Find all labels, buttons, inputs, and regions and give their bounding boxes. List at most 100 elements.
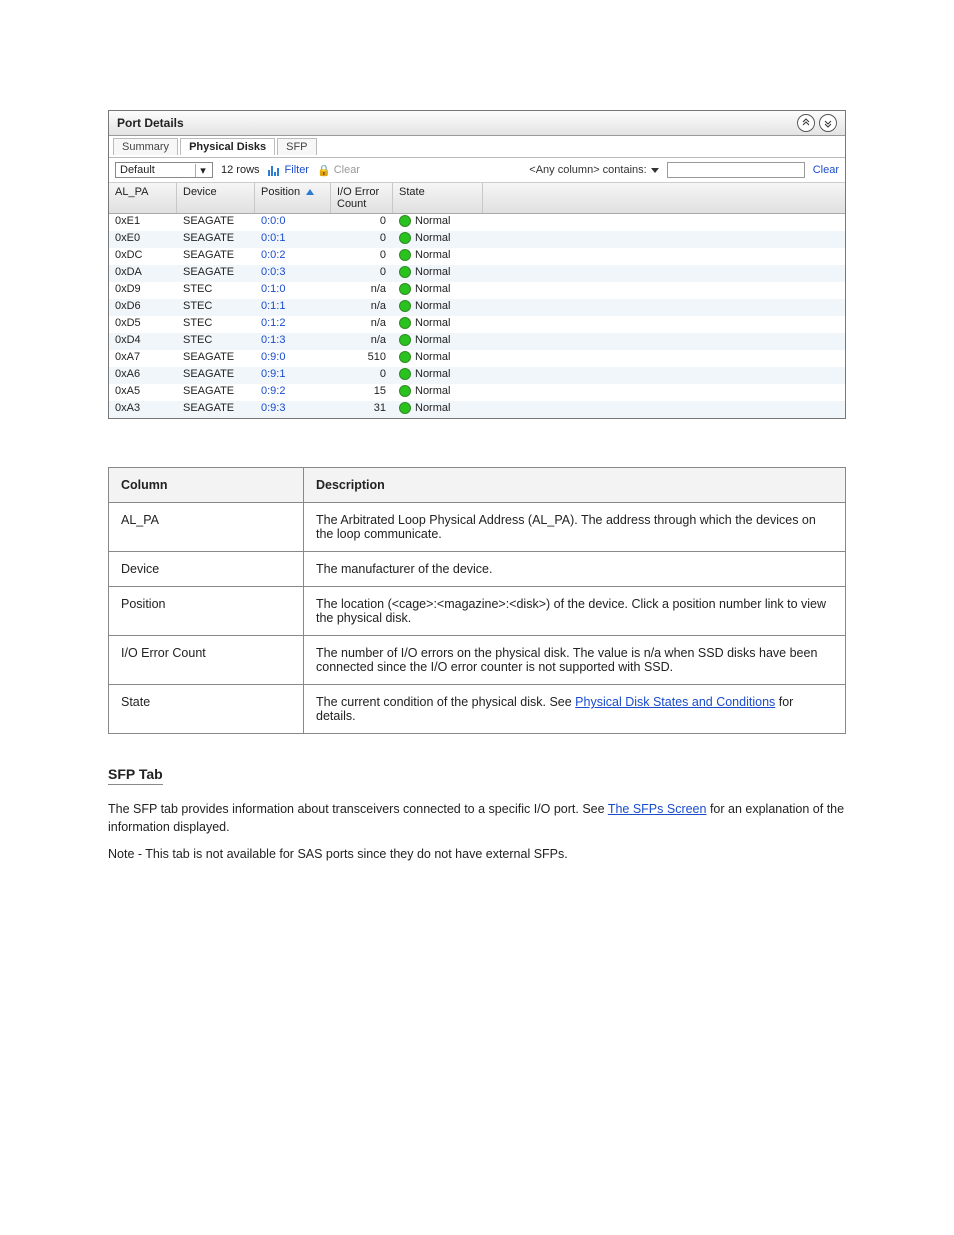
table-row[interactable]: 0xD9STEC0:1:0n/a Normal (109, 282, 845, 299)
cell-position[interactable]: 0:1:2 (255, 316, 331, 333)
status-normal-icon (399, 300, 411, 312)
cell-alpa: 0xD9 (109, 282, 177, 299)
desc-key: Position (109, 587, 304, 636)
col-header-ioerror[interactable]: I/O Error Count (331, 183, 393, 213)
cell-alpa: 0xD6 (109, 299, 177, 316)
grid-toolbar: Default ▾ 12 rows Filter 🔒 Clear <Any co… (109, 158, 845, 183)
status-normal-icon (399, 215, 411, 227)
tab-physical-disks[interactable]: Physical Disks (180, 138, 275, 155)
clear-button[interactable]: 🔒 Clear (317, 164, 360, 177)
table-row[interactable]: 0xE1SEAGATE0:0:00 Normal (109, 214, 845, 231)
grid-body: 0xE1SEAGATE0:0:00Normal0xE0SEAGATE0:0:10… (109, 214, 845, 418)
cell-position[interactable]: 0:9:2 (255, 384, 331, 401)
table-row[interactable]: 0xDCSEAGATE0:0:20Normal (109, 248, 845, 265)
cell-state: Normal (393, 384, 483, 401)
cell-state: Normal (393, 248, 483, 265)
cell-position[interactable]: 0:0:0 (255, 214, 331, 231)
cell-ioerror: n/a (331, 299, 393, 316)
table-row[interactable]: 0xD6STEC0:1:1n/aNormal (109, 299, 845, 316)
status-normal-icon (399, 334, 411, 346)
col-header-state[interactable]: State (393, 183, 483, 213)
cell-position[interactable]: 0:0:3 (255, 265, 331, 282)
table-row[interactable]: 0xE0SEAGATE0:0:10Normal (109, 231, 845, 248)
cell-alpa: 0xDA (109, 265, 177, 282)
lock-icon: 🔒 (317, 164, 331, 177)
sfp-p1-prefix: The SFP tab provides information about t… (108, 802, 608, 816)
cell-device: STEC (177, 333, 255, 350)
table-row[interactable]: 0xD4STEC0:1:3n/aNormal (109, 333, 845, 350)
col-header-device[interactable]: Device (177, 183, 255, 213)
column-filter-label: <Any column> contains: (529, 164, 646, 176)
desc-value: The Arbitrated Loop Physical Address (AL… (304, 503, 846, 552)
table-row[interactable]: 0xA5SEAGATE0:9:215Normal (109, 384, 845, 401)
cell-device: SEAGATE (177, 367, 255, 384)
state-label: Normal (415, 385, 450, 397)
state-label: Normal (415, 215, 450, 227)
desc-header-column: Column (109, 468, 304, 503)
desc-header-description: Description (304, 468, 846, 503)
state-label: Normal (415, 317, 450, 329)
search-input[interactable] (667, 162, 805, 178)
cell-position[interactable]: 0:9:3 (255, 401, 331, 418)
cell-ioerror: 0 (331, 248, 393, 265)
desc-value: The manufacturer of the device. (304, 552, 846, 587)
filter-icon (268, 164, 282, 176)
cell-alpa: 0xD5 (109, 316, 177, 333)
table-row[interactable]: 0xD5STEC0:1:2n/aNormal (109, 316, 845, 333)
clear-label: Clear (334, 164, 360, 176)
col-header-position[interactable]: Position (255, 183, 331, 213)
desc-key: State (109, 685, 304, 734)
cell-device: SEAGATE (177, 265, 255, 282)
status-normal-icon (399, 283, 411, 295)
cell-ioerror: n/a (331, 316, 393, 333)
column-description-table: Column Description AL_PAThe Arbitrated L… (108, 467, 846, 734)
cell-position[interactable]: 0:1:3 (255, 333, 331, 350)
cell-position[interactable]: 0:9:1 (255, 367, 331, 384)
collapse-down-icon[interactable] (819, 114, 837, 132)
table-row[interactable]: 0xDASEAGATE0:0:30Normal (109, 265, 845, 282)
cell-device: SEAGATE (177, 401, 255, 418)
table-row[interactable]: 0xA3SEAGATE0:9:331Normal (109, 401, 845, 418)
col-header-alpa[interactable]: AL_PA (109, 183, 177, 213)
state-label: Normal (415, 368, 450, 380)
cell-position[interactable]: 0:9:0 (255, 350, 331, 367)
cell-alpa: 0xE1 (109, 214, 177, 231)
cell-position[interactable]: 0:1:1 (255, 299, 331, 316)
sfp-screen-link[interactable]: The SFPs Screen (608, 802, 707, 816)
table-row[interactable]: 0xA7SEAGATE0:9:0510Normal (109, 350, 845, 367)
cell-alpa: 0xDC (109, 248, 177, 265)
tab-summary[interactable]: Summary (113, 138, 178, 155)
cell-position[interactable]: 0:1:0 (255, 282, 331, 299)
panel-tabs: Summary Physical Disks SFP (109, 136, 845, 158)
cell-ioerror: n/a (331, 333, 393, 350)
physical-disk-states-link[interactable]: Physical Disk States and Conditions (575, 695, 775, 709)
state-label: Normal (415, 283, 450, 295)
status-normal-icon (399, 385, 411, 397)
cell-device: STEC (177, 299, 255, 316)
column-filter-select[interactable]: <Any column> contains: (529, 164, 658, 176)
tab-sfp[interactable]: SFP (277, 138, 316, 155)
collapse-up-icon[interactable] (797, 114, 815, 132)
desc-key: AL_PA (109, 503, 304, 552)
cell-alpa: 0xA3 (109, 401, 177, 418)
cell-ioerror: n/a (331, 282, 393, 299)
cell-device: SEAGATE (177, 350, 255, 367)
view-select[interactable]: Default ▾ (115, 162, 213, 178)
filter-button[interactable]: Filter (268, 164, 309, 176)
desc-key: I/O Error Count (109, 636, 304, 685)
cell-position[interactable]: 0:0:1 (255, 231, 331, 248)
status-normal-icon (399, 402, 411, 414)
status-normal-icon (399, 249, 411, 261)
filter-label: Filter (285, 164, 309, 176)
cell-device: SEAGATE (177, 248, 255, 265)
table-row[interactable]: 0xA6SEAGATE0:9:10Normal (109, 367, 845, 384)
chevron-down-icon (651, 168, 659, 173)
cell-ioerror: 0 (331, 214, 393, 231)
cell-position[interactable]: 0:0:2 (255, 248, 331, 265)
cell-device: STEC (177, 282, 255, 299)
row-count-label: 12 rows (221, 164, 260, 176)
clear-link[interactable]: Clear (813, 164, 839, 176)
view-select-value: Default (120, 164, 155, 176)
cell-device: SEAGATE (177, 231, 255, 248)
cell-device: SEAGATE (177, 214, 255, 231)
